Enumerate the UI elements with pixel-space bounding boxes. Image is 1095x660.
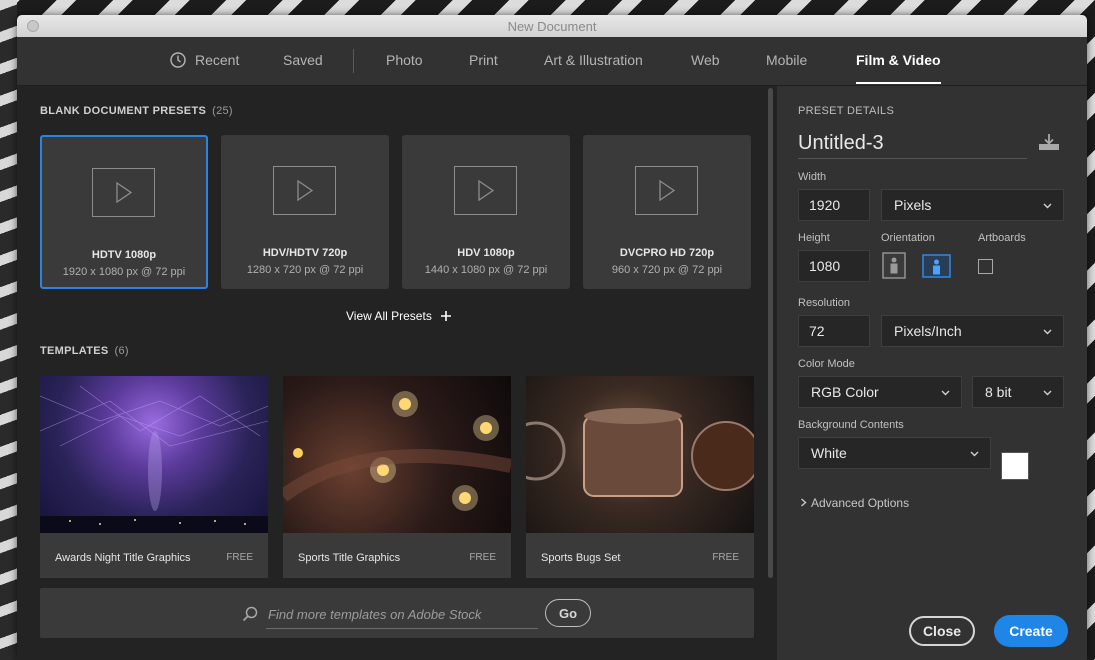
background-contents-dropdown[interactable]: White [798, 437, 991, 469]
stock-search-input[interactable] [266, 600, 538, 629]
preset-name: DVCPRO HD 720p [619, 247, 715, 259]
tab-mobile[interactable]: Mobile [766, 52, 807, 68]
width-label: Width [798, 171, 827, 183]
artboards-checkbox[interactable] [978, 259, 993, 274]
window-title: New Document [507, 19, 597, 34]
bit-depth-value: 8 bit [985, 384, 1012, 400]
background-contents-value: White [811, 445, 847, 461]
desktop-background [0, 0, 17, 660]
template-price: FREE [712, 552, 739, 563]
height-label: Height [798, 232, 830, 244]
tab-film-video[interactable]: Film & Video [856, 52, 941, 84]
width-unit-dropdown[interactable]: Pixels [881, 189, 1064, 221]
presets-section-label: BLANK DOCUMENT PRESETS [40, 105, 207, 117]
chevron-down-icon [1043, 203, 1052, 209]
template-card-sports-title[interactable]: Sports Title Graphics FREE [283, 376, 511, 578]
plus-icon [441, 311, 452, 321]
view-all-presets-link[interactable]: View All Presets [346, 309, 452, 323]
bit-depth-dropdown[interactable]: 8 bit [972, 376, 1064, 408]
close-button[interactable]: Close [909, 616, 975, 646]
tab-print[interactable]: Print [469, 52, 498, 68]
resolution-unit-dropdown[interactable]: Pixels/Inch [881, 315, 1064, 347]
orientation-label: Orientation [881, 232, 935, 244]
portrait-orientation-icon[interactable] [882, 252, 906, 279]
color-mode-dropdown[interactable]: RGB Color [798, 376, 962, 408]
template-thumbnail [40, 376, 268, 533]
video-play-icon [92, 168, 155, 217]
view-all-label: View All Presets [346, 309, 432, 323]
resolution-input[interactable]: 72 [798, 315, 870, 347]
tab-divider [353, 49, 354, 73]
chevron-down-icon [941, 390, 950, 396]
artboards-label: Artboards [978, 232, 1026, 244]
background-contents-label: Background Contents [798, 419, 904, 431]
document-name-input[interactable] [798, 128, 1027, 159]
preset-name: HDV/HDTV 720p [262, 247, 348, 259]
width-input[interactable]: 1920 [798, 189, 870, 221]
preset-card-hdtv-1080p[interactable]: HDTV 1080p 1920 x 1080 px @ 72 ppi [40, 135, 208, 289]
color-mode-value: RGB Color [811, 384, 879, 400]
preset-dimensions: 960 x 720 px @ 72 ppi [611, 264, 723, 276]
chevron-down-icon [1043, 329, 1052, 335]
preset-details-header: PRESET DETAILS [798, 105, 895, 117]
tab-recent[interactable]: Recent [195, 52, 239, 68]
video-play-icon [273, 166, 336, 215]
video-play-icon [635, 166, 698, 215]
color-mode-label: Color Mode [798, 358, 855, 370]
template-name: Sports Title Graphics [298, 552, 401, 564]
template-name: Awards Night Title Graphics [55, 552, 191, 564]
resolution-label: Resolution [798, 297, 850, 309]
template-price: FREE [226, 552, 253, 563]
template-card-sports-bugs[interactable]: Sports Bugs Set FREE [526, 376, 754, 578]
chevron-down-icon [1043, 390, 1052, 396]
landscape-orientation-icon[interactable] [922, 254, 951, 278]
preset-card-hdv-1080p[interactable]: HDV 1080p 1440 x 1080 px @ 72 ppi [402, 135, 570, 289]
template-price: FREE [469, 552, 496, 563]
template-name: Sports Bugs Set [541, 552, 621, 564]
presets-count: (25) [212, 105, 233, 117]
tab-web[interactable]: Web [691, 52, 720, 68]
stock-search-bar: Go [40, 588, 754, 638]
tab-photo[interactable]: Photo [386, 52, 423, 68]
preset-name: HDV 1080p [457, 247, 515, 259]
go-button[interactable]: Go [545, 599, 591, 627]
chevron-right-icon [801, 498, 807, 507]
chevron-down-icon [970, 451, 979, 457]
advanced-options-label: Advanced Options [811, 496, 910, 510]
preset-card-hdv-hdtv-720p[interactable]: HDV/HDTV 720p 1280 x 720 px @ 72 ppi [221, 135, 389, 289]
preset-dimensions: 1280 x 720 px @ 72 ppi [246, 264, 364, 276]
clock-icon [170, 52, 186, 68]
new-document-dialog: New Document Recent Saved Photo Print Ar… [17, 15, 1087, 660]
preset-dimensions: 1920 x 1080 px @ 72 ppi [62, 266, 186, 278]
templates-section-header: TEMPLATES (6) [40, 345, 129, 357]
preset-dimensions: 1440 x 1080 px @ 72 ppi [424, 264, 548, 276]
presets-scrollbar[interactable] [768, 88, 773, 578]
presets-panel: BLANK DOCUMENT PRESETS (25) HDTV 1080p 19… [17, 86, 777, 660]
preset-card-dvcpro-hd-720p[interactable]: DVCPRO HD 720p 960 x 720 px @ 72 ppi [583, 135, 751, 289]
save-preset-icon[interactable] [1038, 132, 1060, 152]
width-unit-value: Pixels [894, 197, 932, 213]
preset-name: HDTV 1080p [91, 249, 157, 261]
height-input[interactable]: 1080 [798, 250, 870, 282]
template-thumbnail [283, 376, 511, 533]
templates-count: (6) [114, 345, 129, 357]
create-button[interactable]: Create [994, 615, 1068, 647]
advanced-options-toggle[interactable]: Advanced Options [800, 496, 909, 510]
tab-saved[interactable]: Saved [283, 52, 323, 68]
title-bar: New Document [17, 15, 1087, 38]
template-thumbnail [526, 376, 754, 533]
resolution-unit-value: Pixels/Inch [894, 323, 962, 339]
tab-art-illustration[interactable]: Art & Illustration [544, 52, 643, 68]
preset-details-panel: PRESET DETAILS Width 1920 Pixels Height … [778, 86, 1087, 660]
category-tabs: Recent Saved Photo Print Art & Illustrat… [17, 37, 1087, 86]
search-icon [242, 606, 258, 622]
template-card-awards-night[interactable]: Awards Night Title Graphics FREE [40, 376, 268, 578]
templates-section-label: TEMPLATES [40, 345, 109, 357]
presets-section-header: BLANK DOCUMENT PRESETS (25) [40, 105, 233, 117]
background-color-swatch[interactable] [1001, 452, 1029, 480]
video-play-icon [454, 166, 517, 215]
